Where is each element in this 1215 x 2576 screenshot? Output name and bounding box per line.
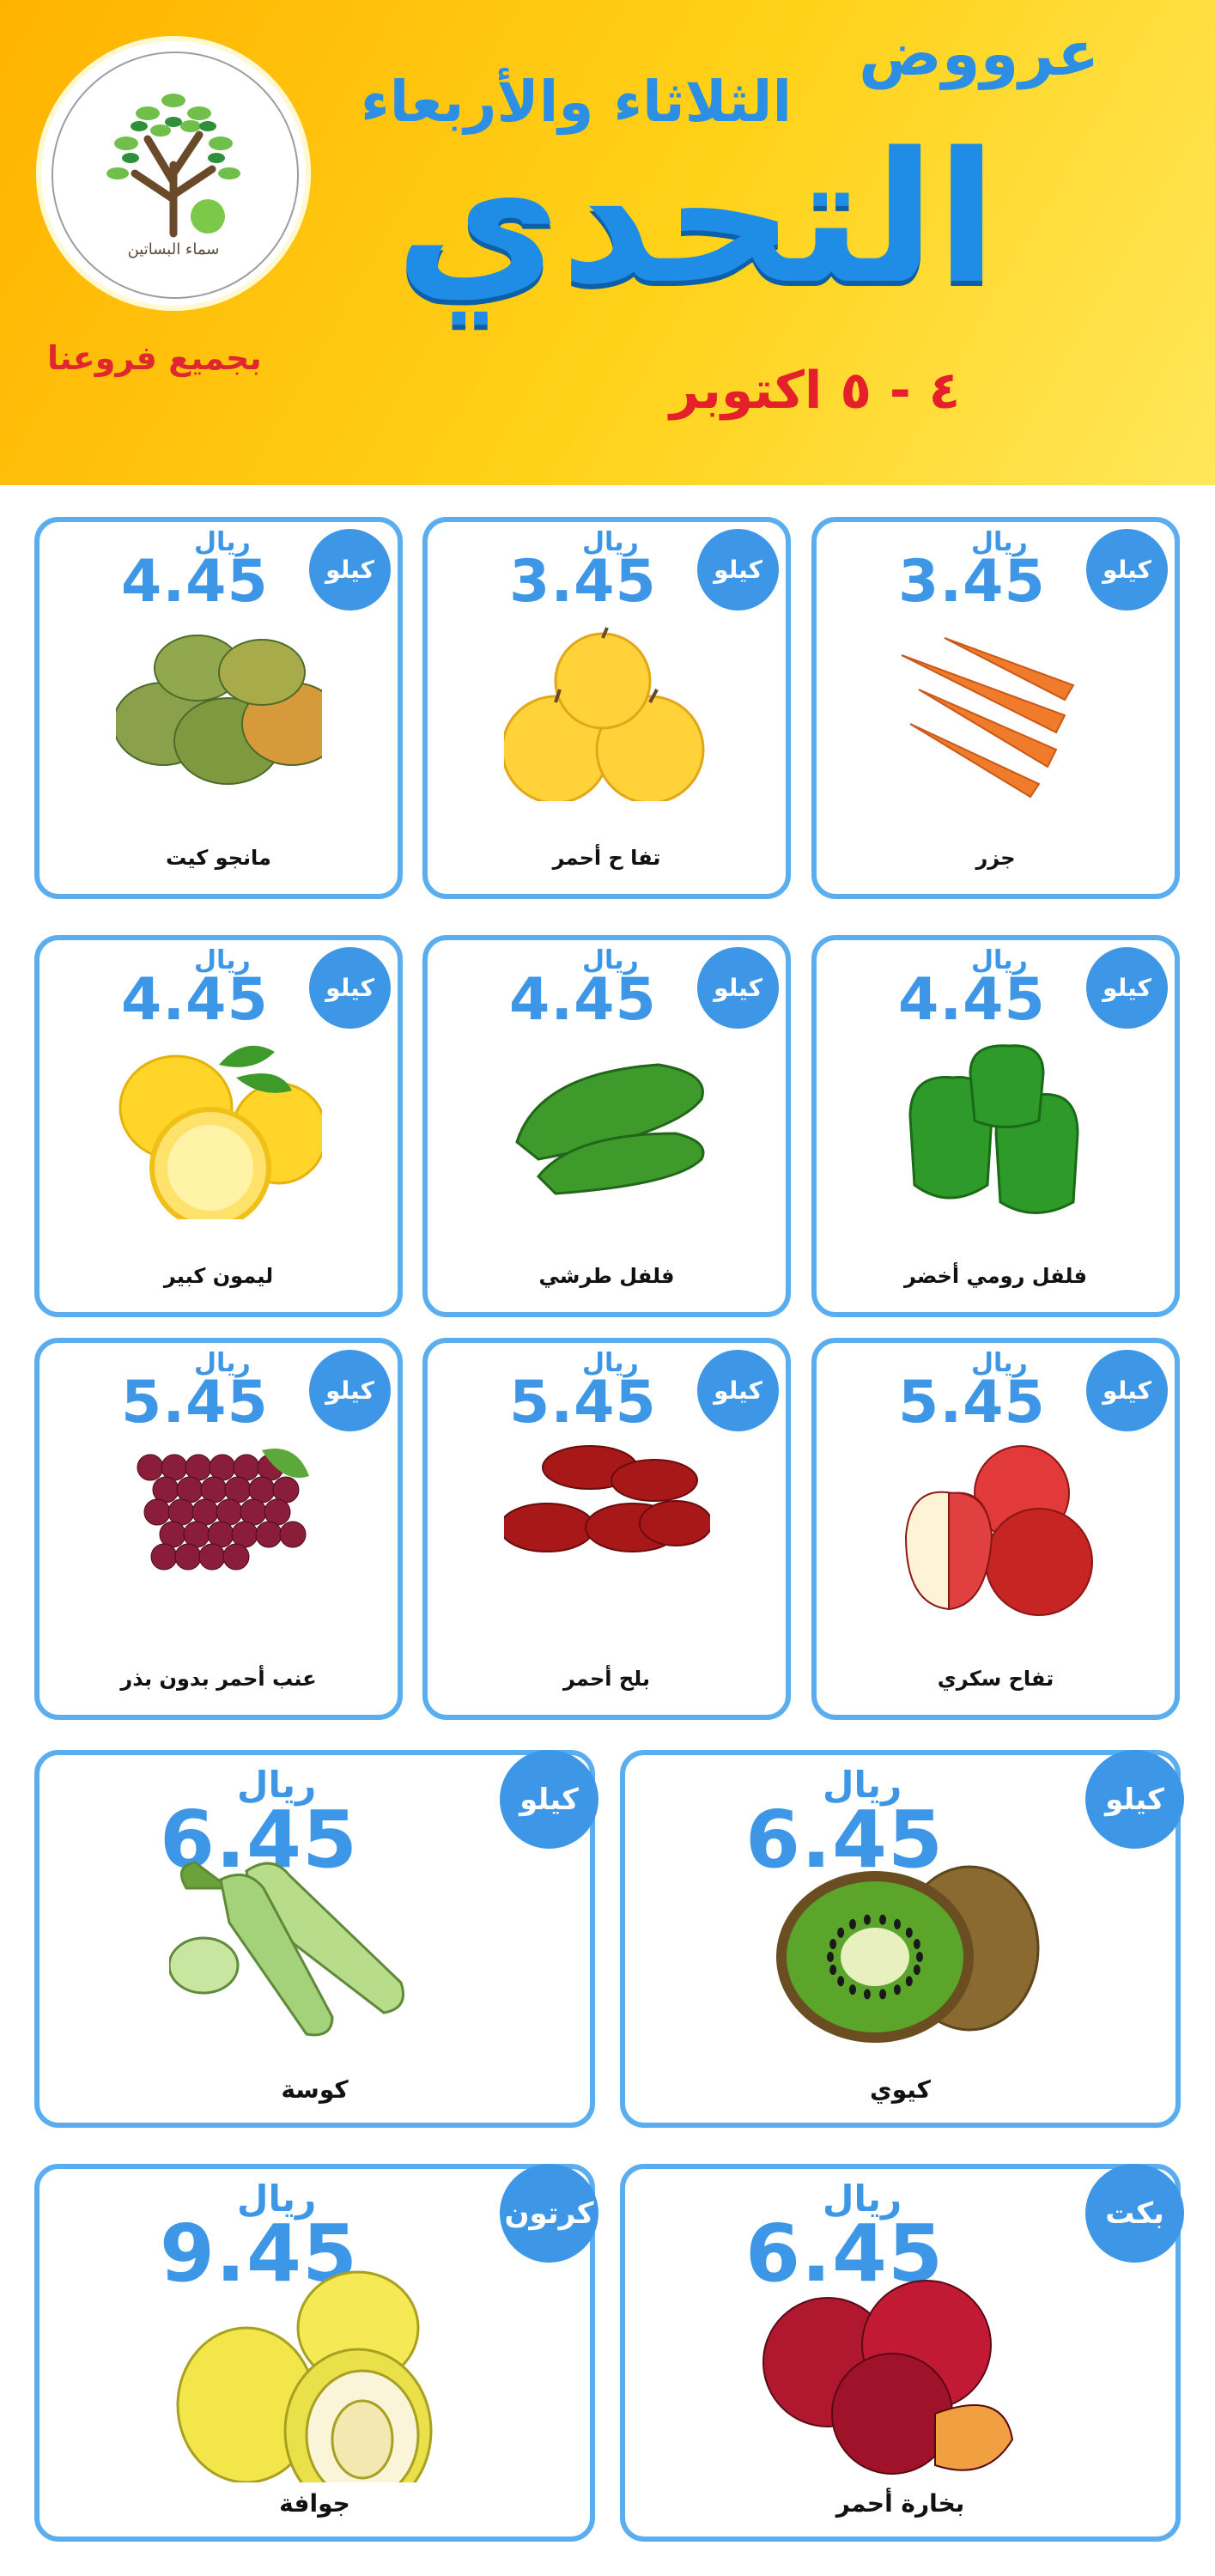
product-name: ليمون كبير bbox=[163, 1264, 274, 1288]
product-name: فلفل رومي أخضر bbox=[904, 1264, 1087, 1288]
price-label: 4.45 bbox=[121, 548, 269, 616]
product-card: كيلو ريال 6.45 كيوي bbox=[620, 1750, 1184, 2128]
unit-badge: كيلو bbox=[697, 1350, 779, 1431]
header-banner: سماء البساتين بجميع فروعنا عرووض الثلاثا… bbox=[0, 0, 1215, 485]
offers-label: عرووض bbox=[859, 17, 1100, 89]
unit-badge: كيلو bbox=[697, 947, 779, 1029]
price-label: 5.45 bbox=[509, 1369, 657, 1437]
tree-icon bbox=[106, 94, 240, 238]
unit-badge: كيلو bbox=[309, 947, 391, 1029]
zucchini-icon bbox=[168, 1861, 404, 2037]
product-card: كيلو ريال 4.45 فلفل طرشي bbox=[422, 935, 791, 1317]
carrots-icon bbox=[901, 637, 1074, 799]
guavas-icon bbox=[176, 2270, 432, 2482]
unit-badge: كيلو bbox=[309, 1350, 391, 1431]
unit-badge: كيلو bbox=[1086, 529, 1168, 611]
red-apples-icon bbox=[904, 1445, 1093, 1616]
unit-badge: كيلو bbox=[1085, 1750, 1184, 1849]
price-label: 5.45 bbox=[898, 1369, 1046, 1437]
red-grapes-icon bbox=[137, 1449, 309, 1571]
product-card: كيلو ريال 4.45 ليمون كبير bbox=[34, 935, 403, 1317]
product-card: كيلو ريال 3.45 تفا ح أحمر bbox=[422, 517, 791, 899]
bell-peppers-icon bbox=[908, 1044, 1079, 1214]
store-logo: سماء البساتين bbox=[36, 36, 311, 311]
product-card: كيلو ريال 5.45 بلح أحمر bbox=[422, 1338, 791, 1720]
product-card: كيلو ريال 3.45 جزر bbox=[811, 517, 1180, 899]
product-name: فلفل طرشي bbox=[538, 1264, 675, 1288]
price-label: 3.45 bbox=[898, 548, 1046, 616]
product-card: كيلو ريال 4.45 مانجو كيت bbox=[34, 517, 403, 899]
date-label: ٤ - ٥ اكتوبر bbox=[670, 361, 961, 421]
branches-label: بجميع فروعنا bbox=[47, 339, 262, 377]
product-card: كرتون ريال 9.45 جوافة bbox=[34, 2164, 598, 2542]
product-card: كيلو ريال 5.45 تفاح سكري bbox=[811, 1338, 1180, 1720]
product-card: كيلو ريال 5.45 عنب أحمر بدون بذر bbox=[34, 1338, 403, 1720]
product-name: جزر bbox=[975, 846, 1016, 870]
product-name: بلح أحمر bbox=[562, 1667, 650, 1691]
lemons-icon bbox=[118, 1045, 322, 1219]
green-chilies-icon bbox=[514, 1063, 704, 1195]
page-title: التحدي bbox=[395, 113, 998, 324]
unit-badge: بكت bbox=[1085, 2164, 1184, 2263]
product-name: بخارة أحمر bbox=[835, 2489, 965, 2518]
product-card: كيلو ريال 6.45 كوسة bbox=[34, 1750, 598, 2128]
kiwi-icon bbox=[775, 1865, 1039, 2043]
unit-badge: كيلو bbox=[500, 1750, 598, 1849]
unit-badge: كيلو bbox=[1086, 947, 1168, 1029]
unit-badge: كيلو bbox=[1086, 1350, 1168, 1431]
price-label: 4.45 bbox=[121, 966, 269, 1034]
product-name: تفا ح أحمر bbox=[552, 846, 661, 870]
product-name: كوسة bbox=[281, 2075, 349, 2104]
product-name: تفاح سكري bbox=[937, 1667, 1054, 1691]
product-name: كيوي bbox=[870, 2075, 931, 2104]
red-dates-icon bbox=[503, 1445, 710, 1552]
price-label: 3.45 bbox=[509, 548, 657, 616]
mangoes-icon bbox=[115, 635, 322, 785]
unit-badge: كرتون bbox=[500, 2164, 598, 2263]
product-name: مانجو كيت bbox=[166, 846, 271, 870]
product-name: جوافة bbox=[279, 2489, 350, 2518]
product-name: عنب أحمر بدون بذر bbox=[120, 1667, 317, 1691]
plums-icon bbox=[762, 2280, 1013, 2475]
price-label: 4.45 bbox=[898, 966, 1046, 1034]
unit-badge: كيلو bbox=[309, 529, 391, 611]
unit-badge: كيلو bbox=[697, 529, 779, 611]
product-card: كيلو ريال 4.45 فلفل رومي أخضر bbox=[811, 935, 1180, 1317]
yellow-apples-icon bbox=[503, 627, 704, 801]
product-card: بكت ريال 6.45 بخارة أحمر bbox=[620, 2164, 1184, 2542]
logo-text: سماء البساتين bbox=[127, 240, 220, 258]
price-label: 5.45 bbox=[121, 1369, 269, 1437]
price-label: 4.45 bbox=[509, 966, 657, 1034]
